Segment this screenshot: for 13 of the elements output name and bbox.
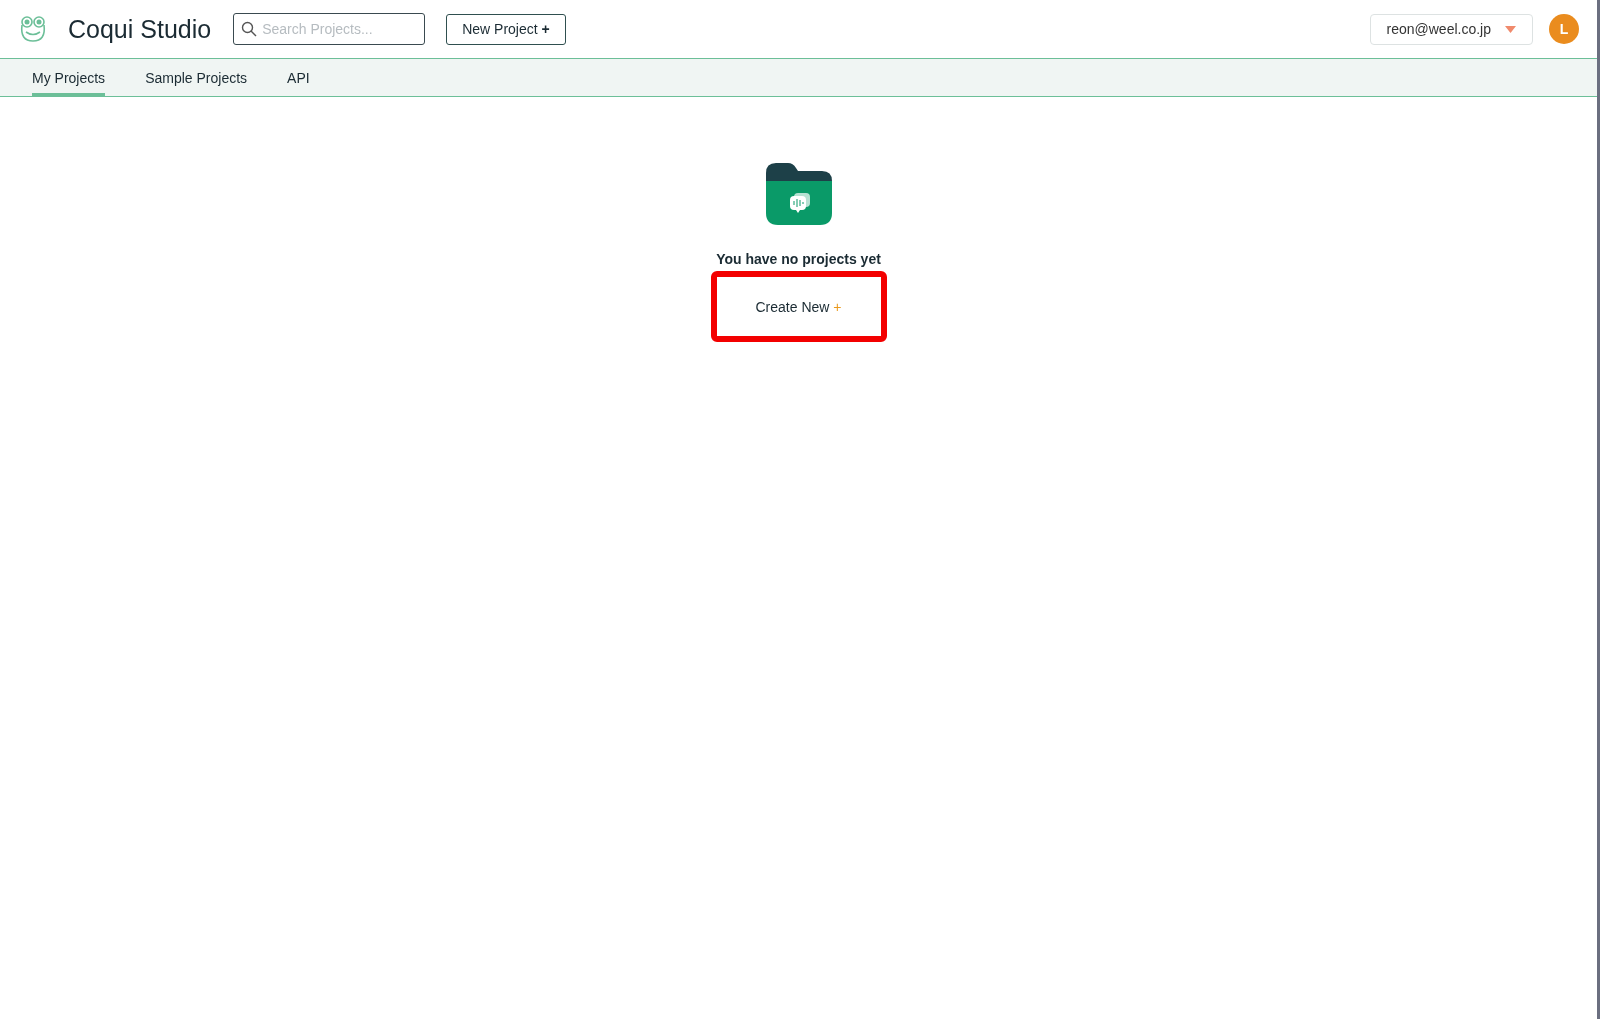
app-title: Coqui Studio <box>68 14 212 44</box>
search-icon <box>241 21 258 37</box>
tab[interactable]: Sample Projects <box>145 59 248 96</box>
frog-logo-icon <box>18 14 48 44</box>
new-project-button[interactable]: New Project + <box>446 13 566 45</box>
account-dropdown[interactable]: reon@weel.co.jp <box>1369 13 1533 45</box>
search-field[interactable]: Search Projects... <box>233 13 426 45</box>
tab[interactable]: My Projects <box>32 59 106 96</box>
empty-state-message: You have no projects yet <box>716 251 881 267</box>
tab[interactable]: API <box>287 59 310 96</box>
create-new-button[interactable]: Create New + <box>710 271 887 342</box>
folder-icon <box>765 163 832 225</box>
caret-icon <box>1505 25 1516 33</box>
